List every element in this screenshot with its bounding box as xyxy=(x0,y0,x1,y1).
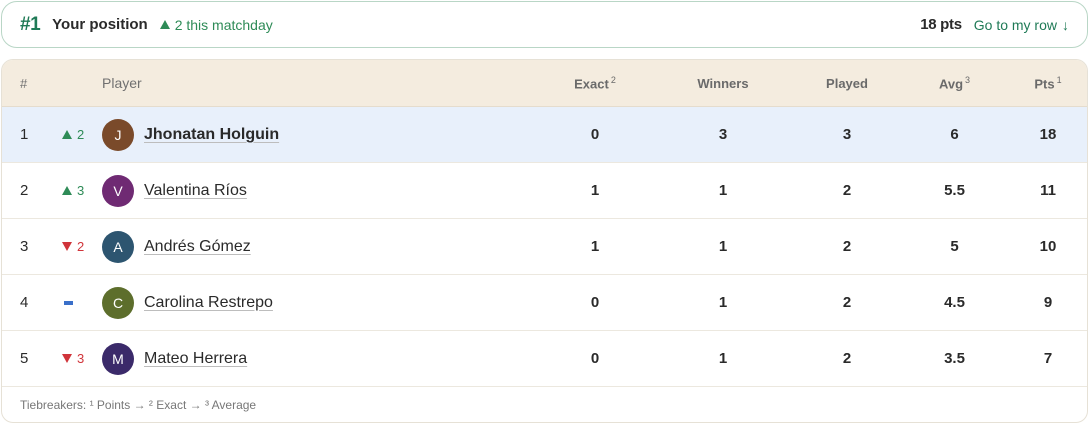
row-movement: 3 xyxy=(62,183,102,198)
movement-value: 3 xyxy=(77,183,85,198)
avatar: V xyxy=(102,174,134,207)
go-to-my-row-label: Go to my row xyxy=(973,16,1057,33)
header-exact-sup: 2 xyxy=(610,74,616,85)
avatar: A xyxy=(102,230,134,263)
movement-down: 3 xyxy=(62,351,84,366)
row-winners: 1 xyxy=(718,182,728,199)
row-pts: 10 xyxy=(1039,238,1057,255)
position-delta-text: 2 this matchday xyxy=(174,16,273,33)
your-position-bar: #1 Your position 2 this matchday 18 pts … xyxy=(1,1,1088,48)
row-winners: 1 xyxy=(718,294,728,311)
row-played: 2 xyxy=(842,350,852,367)
player-name-link[interactable]: Valentina Ríos xyxy=(144,182,247,200)
row-avg: 5 xyxy=(950,238,959,255)
row-player: A Andrés Gómez xyxy=(102,230,542,263)
row-avg: 6 xyxy=(950,126,959,143)
position-right: 18 pts Go to my row ↓ xyxy=(920,16,1069,33)
row-player: J Jhonatan Holguin xyxy=(102,118,542,151)
no-change-icon xyxy=(64,300,73,305)
table-row: 5 3 M Mateo Herrera 0 1 2 3.5 7 xyxy=(2,331,1087,387)
header-rank: # xyxy=(20,75,28,91)
position-points: 18 pts xyxy=(920,16,962,33)
movement-value: 2 xyxy=(77,127,85,142)
header-avg-label: Avg xyxy=(938,76,964,92)
row-exact: 0 xyxy=(590,294,600,311)
row-avg: 4.5 xyxy=(944,294,965,311)
row-avg: 5.5 xyxy=(944,182,965,199)
header-pts: Pts 1 xyxy=(1013,75,1083,91)
row-winners: 3 xyxy=(718,126,728,143)
arrow-down-icon: ↓ xyxy=(1062,16,1069,33)
table-row: 4 C Carolina Restrepo 0 1 2 4.5 9 xyxy=(2,275,1087,331)
row-exact: 1 xyxy=(590,238,600,255)
avatar: C xyxy=(102,286,134,319)
avatar: M xyxy=(102,342,134,375)
header-player: Player xyxy=(102,75,142,91)
row-movement: 3 xyxy=(62,351,102,366)
arrow-up-icon xyxy=(62,186,72,195)
arrow-up-icon xyxy=(159,20,170,29)
movement-up: 2 xyxy=(62,127,84,142)
table-header: # Player Exact 2 Winners Played Avg 3 Pts 1 xyxy=(2,60,1087,107)
header-avg: Avg 3 xyxy=(896,75,1013,91)
row-exact: 1 xyxy=(590,182,600,199)
row-player: M Mateo Herrera xyxy=(102,342,542,375)
avatar: J xyxy=(102,118,134,151)
row-exact: 0 xyxy=(590,350,600,367)
row-pts: 11 xyxy=(1040,182,1056,199)
movement-value: 3 xyxy=(77,351,85,366)
row-winners: 1 xyxy=(718,238,728,255)
player-name-link[interactable]: Jhonatan Holguin xyxy=(144,126,279,144)
position-rank: #1 xyxy=(20,13,41,35)
position-delta: 2 this matchday xyxy=(159,16,273,33)
row-rank: 4 xyxy=(20,294,29,311)
header-pts-sup: 1 xyxy=(1056,74,1062,85)
position-label: Your position xyxy=(52,16,148,33)
row-rank: 3 xyxy=(20,238,29,255)
header-winners: Winners xyxy=(697,75,749,91)
go-to-my-row-link[interactable]: Go to my row ↓ xyxy=(974,17,1069,33)
row-rank: 5 xyxy=(20,350,29,367)
player-name-link[interactable]: Andrés Gómez xyxy=(144,238,251,256)
table-row: 1 2 J Jhonatan Holguin 0 3 3 6 18 xyxy=(2,107,1087,163)
row-pts: 18 xyxy=(1039,126,1057,143)
row-winners: 1 xyxy=(718,350,728,367)
row-exact: 0 xyxy=(590,126,600,143)
row-played: 2 xyxy=(842,238,852,255)
header-played: Played xyxy=(826,75,868,91)
row-movement: 2 xyxy=(62,127,102,142)
row-movement: 2 xyxy=(62,239,102,254)
table-body: 1 2 J Jhonatan Holguin 0 3 3 6 18 2 3 V … xyxy=(2,107,1087,387)
row-played: 2 xyxy=(842,294,852,311)
row-rank: 2 xyxy=(20,182,29,199)
arrow-down-icon xyxy=(62,242,72,251)
row-pts: 7 xyxy=(1043,350,1053,367)
arrow-down-icon xyxy=(62,354,72,363)
row-player: V Valentina Ríos xyxy=(102,174,542,207)
player-name-link[interactable]: Carolina Restrepo xyxy=(144,294,273,312)
header-exact-label: Exact xyxy=(574,76,609,92)
movement-down: 2 xyxy=(62,239,84,254)
movement-value: 2 xyxy=(77,239,85,254)
row-rank: 1 xyxy=(20,126,29,143)
header-pts-label: Pts xyxy=(1034,76,1055,92)
row-played: 3 xyxy=(842,126,852,143)
row-avg: 3.5 xyxy=(944,350,965,367)
table-row: 3 2 A Andrés Gómez 1 1 2 5 10 xyxy=(2,219,1087,275)
row-player: C Carolina Restrepo xyxy=(102,286,542,319)
table-row: 2 3 V Valentina Ríos 1 1 2 5.5 11 xyxy=(2,163,1087,219)
row-pts: 9 xyxy=(1043,294,1053,311)
player-name-link[interactable]: Mateo Herrera xyxy=(144,350,247,368)
header-avg-sup: 3 xyxy=(965,74,971,85)
row-played: 2 xyxy=(842,182,852,199)
header-exact: Exact 2 xyxy=(542,75,648,91)
arrow-up-icon xyxy=(62,130,72,139)
tiebreakers-footnote: Tiebreakers: ¹ Points → ² Exact → ³ Aver… xyxy=(20,397,257,412)
movement-up: 3 xyxy=(62,183,84,198)
row-movement xyxy=(62,300,102,305)
leaderboard-table: # Player Exact 2 Winners Played Avg 3 Pts 1… xyxy=(1,59,1088,423)
